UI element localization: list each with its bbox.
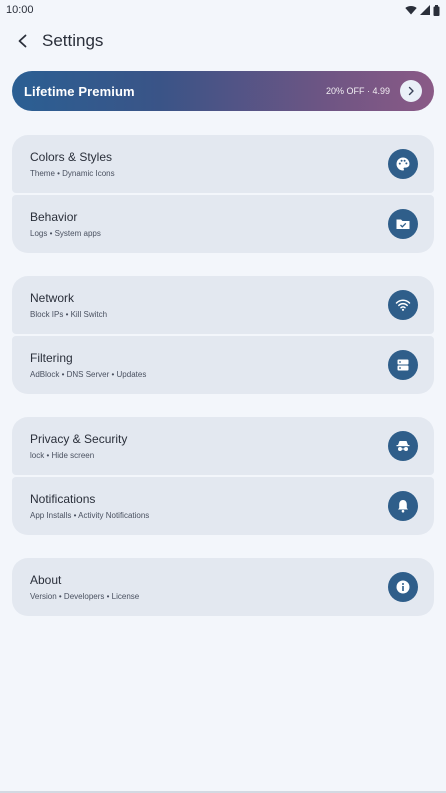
item-subtitle: App Installs • Activity Notifications [30,511,150,520]
item-subtitle: AdBlock • DNS Server • Updates [30,370,147,379]
info-icon [388,572,418,602]
settings-group-appearance: Colors & Styles Theme • Dynamic Icons Be… [12,135,434,255]
item-title: Filtering [30,351,73,365]
wifi-status-icon [405,5,417,15]
folder-check-icon [388,209,418,239]
signal-icon [420,5,430,15]
settings-item-privacy-security[interactable]: Privacy & Security lock • Hide screen [12,417,434,475]
item-subtitle: lock • Hide screen [30,451,95,460]
server-icon [388,350,418,380]
item-title: Behavior [30,210,78,224]
item-title: Network [30,291,75,305]
settings-item-notifications[interactable]: Notifications App Installs • Activity No… [12,477,434,535]
item-title: Notifications [30,492,96,506]
incognito-icon [388,431,418,461]
item-subtitle: Logs • System apps [30,229,101,238]
settings-item-about[interactable]: About Version • Developers • License [12,558,434,616]
battery-icon [433,4,440,16]
bell-icon [388,491,418,521]
palette-icon [388,149,418,179]
status-bar: 10:00 [0,0,446,20]
status-icons [405,4,440,16]
wifi-icon [388,290,418,320]
app-bar: Settings [0,20,446,62]
settings-item-network[interactable]: Network Block IPs • Kill Switch [12,276,434,334]
settings-item-colors-styles[interactable]: Colors & Styles Theme • Dynamic Icons [12,135,434,193]
premium-title: Lifetime Premium [24,83,135,99]
settings-group-network: Network Block IPs • Kill Switch Filterin… [12,276,434,396]
item-subtitle: Theme • Dynamic Icons [30,169,115,178]
page-title: Settings [42,31,104,50]
arrow-back-icon [18,34,27,48]
premium-banner[interactable]: Lifetime Premium 20% OFF · 4.99 [12,71,434,111]
chevron-right-icon [408,86,414,96]
item-title: About [30,573,62,587]
premium-go-button[interactable] [400,80,422,102]
premium-price: 20% OFF · 4.99 [325,86,390,96]
item-subtitle: Version • Developers • License [30,592,140,601]
settings-group-privacy: Privacy & Security lock • Hide screen No… [12,417,434,537]
settings-group-about: About Version • Developers • License [12,558,434,618]
back-button[interactable] [12,30,34,52]
settings-item-filtering[interactable]: Filtering AdBlock • DNS Server • Updates [12,336,434,394]
item-title: Privacy & Security [30,432,128,446]
item-title: Colors & Styles [30,150,113,164]
settings-item-behavior[interactable]: Behavior Logs • System apps [12,195,434,253]
status-time: 10:00 [6,4,34,16]
item-subtitle: Block IPs • Kill Switch [30,310,108,319]
